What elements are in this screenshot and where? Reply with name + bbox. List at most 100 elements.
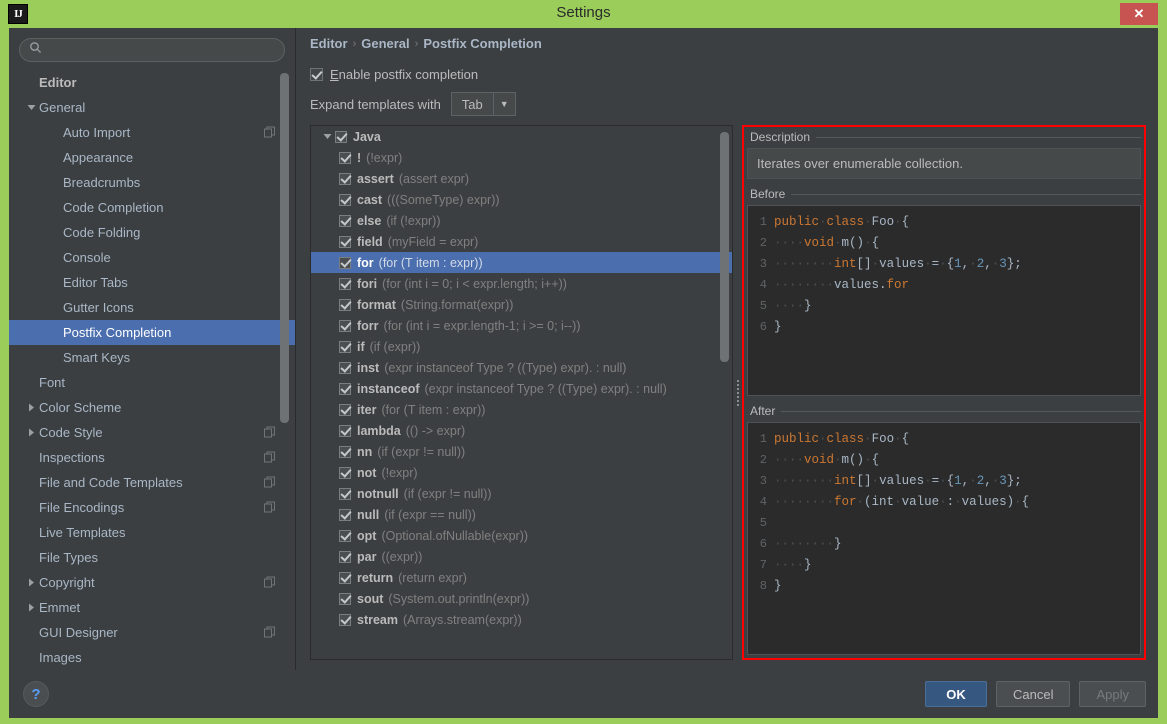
template-checkbox[interactable]	[339, 173, 351, 185]
template-checkbox[interactable]	[339, 488, 351, 500]
chevron-collapsed-icon[interactable]	[23, 428, 39, 437]
template-checkbox[interactable]	[339, 467, 351, 479]
template-row-else[interactable]: else(if (!expr))	[311, 210, 732, 231]
panel-splitter[interactable]	[733, 125, 742, 660]
template-checkbox[interactable]	[339, 257, 351, 269]
template-row-notnull[interactable]: notnull(if (expr != null))	[311, 483, 732, 504]
breadcrumb-separator: ›	[415, 38, 419, 50]
sidebar-item-gutter-icons[interactable]: Gutter Icons	[9, 295, 295, 320]
template-row-for[interactable]: for(for (T item : expr))	[311, 252, 732, 273]
sidebar-scrollbar-thumb[interactable]	[280, 73, 289, 423]
template-row-iter[interactable]: iter(for (T item : expr))	[311, 399, 732, 420]
sidebar-item-font[interactable]: Font	[9, 370, 295, 395]
template-row-[interactable]: !(!expr)	[311, 147, 732, 168]
template-checkbox[interactable]	[339, 530, 351, 542]
line-number: 3	[748, 474, 774, 488]
search-box[interactable]	[19, 38, 285, 62]
template-row-opt[interactable]: opt(Optional.ofNullable(expr))	[311, 525, 732, 546]
template-row-cast[interactable]: cast(((SomeType) expr))	[311, 189, 732, 210]
template-group-java[interactable]: Java	[311, 126, 732, 147]
template-checkbox[interactable]	[339, 572, 351, 584]
template-checkbox[interactable]	[339, 425, 351, 437]
sidebar-item-color-scheme[interactable]: Color Scheme	[9, 395, 295, 420]
chevron-collapsed-icon[interactable]	[23, 578, 39, 587]
template-checkbox[interactable]	[339, 404, 351, 416]
template-row-forr[interactable]: forr(for (int i = expr.length-1; i >= 0;…	[311, 315, 732, 336]
template-checkbox[interactable]	[339, 362, 351, 374]
template-row-format[interactable]: format(String.format(expr))	[311, 294, 732, 315]
sidebar-item-file-and-code-templates[interactable]: File and Code Templates	[9, 470, 295, 495]
template-checkbox[interactable]	[339, 152, 351, 164]
chevron-collapsed-icon[interactable]	[23, 603, 39, 612]
expand-templates-dropdown[interactable]: Tab ▼	[451, 92, 516, 116]
sidebar-item-console[interactable]: Console	[9, 245, 295, 270]
template-checkbox[interactable]	[339, 509, 351, 521]
sidebar-item-appearance[interactable]: Appearance	[9, 145, 295, 170]
template-checkbox[interactable]	[339, 215, 351, 227]
search-input[interactable]	[48, 43, 275, 57]
sidebar-item-gui-designer[interactable]: GUI Designer	[9, 620, 295, 645]
template-checkbox[interactable]	[339, 320, 351, 332]
template-checkbox[interactable]	[339, 299, 351, 311]
breadcrumb-item-postfix-completion[interactable]: Postfix Completion	[423, 36, 541, 51]
sidebar-item-code-style[interactable]: Code Style	[9, 420, 295, 445]
template-row-nn[interactable]: nn(if (expr != null))	[311, 441, 732, 462]
chevron-collapsed-icon[interactable]	[23, 403, 39, 412]
postfix-templates-list[interactable]: Java!(!expr)assert(assert expr)cast(((So…	[310, 125, 733, 660]
sidebar-item-breadcrumbs[interactable]: Breadcrumbs	[9, 170, 295, 195]
group-checkbox[interactable]	[335, 131, 347, 143]
sidebar-item-general[interactable]: General	[9, 95, 295, 120]
template-row-instanceof[interactable]: instanceof(expr instanceof Type ? ((Type…	[311, 378, 732, 399]
sidebar-item-postfix-completion[interactable]: Postfix Completion	[9, 320, 295, 345]
line-number: 4	[748, 278, 774, 292]
sidebar-item-copyright[interactable]: Copyright	[9, 570, 295, 595]
sidebar-item-label: Auto Import	[63, 125, 130, 140]
template-checkbox[interactable]	[339, 551, 351, 563]
template-row-par[interactable]: par((expr))	[311, 546, 732, 567]
template-row-field[interactable]: field(myField = expr)	[311, 231, 732, 252]
sidebar-item-emmet[interactable]: Emmet	[9, 595, 295, 620]
templates-scrollbar-thumb[interactable]	[720, 132, 729, 362]
sidebar-item-live-templates[interactable]: Live Templates	[9, 520, 295, 545]
sidebar-item-smart-keys[interactable]: Smart Keys	[9, 345, 295, 370]
cancel-button[interactable]: Cancel	[996, 681, 1070, 707]
breadcrumb-item-general[interactable]: General	[361, 36, 409, 51]
template-checkbox[interactable]	[339, 278, 351, 290]
template-checkbox[interactable]	[339, 341, 351, 353]
close-icon[interactable]: ✕	[1120, 3, 1158, 25]
sidebar-item-code-completion[interactable]: Code Completion	[9, 195, 295, 220]
sidebar-item-editor-tabs[interactable]: Editor Tabs	[9, 270, 295, 295]
ok-button[interactable]: OK	[925, 681, 987, 707]
sidebar-item-inspections[interactable]: Inspections	[9, 445, 295, 470]
template-row-lambda[interactable]: lambda(() -> expr)	[311, 420, 732, 441]
template-row-not[interactable]: not(!expr)	[311, 462, 732, 483]
chevron-expanded-icon[interactable]	[23, 103, 39, 112]
template-row-null[interactable]: null(if (expr == null))	[311, 504, 732, 525]
template-checkbox[interactable]	[339, 194, 351, 206]
template-row-stream[interactable]: stream(Arrays.stream(expr))	[311, 609, 732, 630]
template-row-fori[interactable]: fori(for (int i = 0; i < expr.length; i+…	[311, 273, 732, 294]
template-row-sout[interactable]: sout(System.out.println(expr))	[311, 588, 732, 609]
breadcrumb-item-editor[interactable]: Editor	[310, 36, 348, 51]
template-row-return[interactable]: return(return expr)	[311, 567, 732, 588]
template-checkbox[interactable]	[339, 236, 351, 248]
help-button[interactable]: ?	[23, 681, 49, 707]
chevron-expanded-icon[interactable]	[319, 132, 335, 141]
template-row-inst[interactable]: inst(expr instanceof Type ? ((Type) expr…	[311, 357, 732, 378]
template-checkbox[interactable]	[339, 383, 351, 395]
template-row-if[interactable]: if(if (expr))	[311, 336, 732, 357]
enable-postfix-checkbox[interactable]	[310, 68, 323, 81]
sidebar-item-auto-import[interactable]: Auto Import	[9, 120, 295, 145]
template-key: field	[357, 235, 383, 249]
settings-tree[interactable]: EditorGeneral Auto Import AppearanceBreadc…	[9, 68, 295, 670]
template-checkbox[interactable]	[339, 593, 351, 605]
sidebar-item-editor[interactable]: Editor	[9, 70, 295, 95]
sidebar-item-label: Inspections	[39, 450, 105, 465]
template-checkbox[interactable]	[339, 446, 351, 458]
template-row-assert[interactable]: assert(assert expr)	[311, 168, 732, 189]
template-checkbox[interactable]	[339, 614, 351, 626]
sidebar-item-code-folding[interactable]: Code Folding	[9, 220, 295, 245]
sidebar-item-images[interactable]: Images	[9, 645, 295, 670]
sidebar-item-file-encodings[interactable]: File Encodings	[9, 495, 295, 520]
sidebar-item-file-types[interactable]: File Types	[9, 545, 295, 570]
